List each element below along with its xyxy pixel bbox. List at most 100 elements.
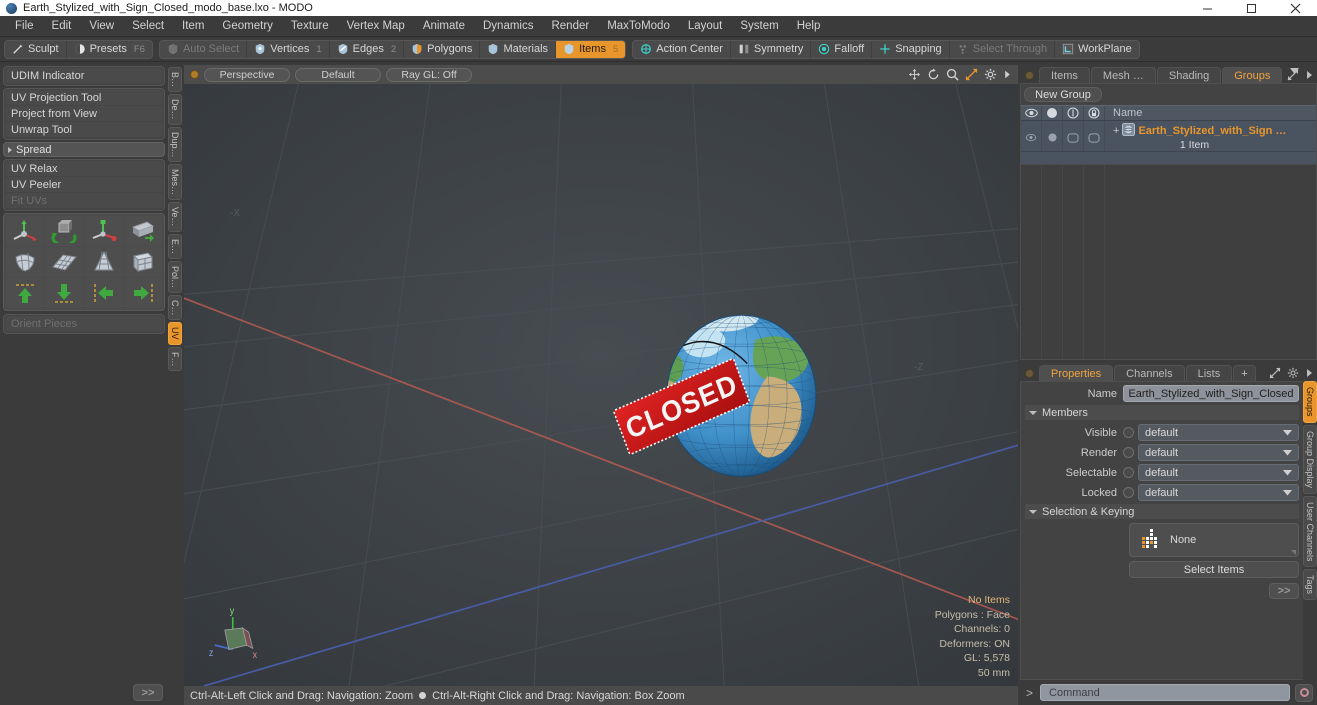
selectable-select[interactable]: default: [1138, 464, 1299, 481]
falloff-button[interactable]: Falloff: [811, 40, 873, 58]
tab-add-panel[interactable]: +: [1233, 365, 1256, 381]
uv-flatten-icon[interactable]: [123, 216, 162, 246]
udim-indicator-button[interactable]: UDIM Indicator: [5, 68, 163, 83]
fit-view-icon[interactable]: [965, 68, 978, 81]
menu-file[interactable]: File: [6, 17, 43, 35]
snapping-button[interactable]: Snapping: [872, 40, 950, 58]
locked-radio[interactable]: [1123, 487, 1134, 498]
vtab-mesh[interactable]: Mes…: [168, 164, 182, 201]
row-lock-toggle[interactable]: [1084, 121, 1105, 151]
uv-scale-gizmo-icon[interactable]: [84, 216, 123, 246]
menu-help[interactable]: Help: [788, 17, 830, 35]
properties-menu-dot-icon[interactable]: [1025, 369, 1034, 378]
viewport-raygl-selector[interactable]: Ray GL: Off: [386, 67, 472, 82]
uv-peeler-button[interactable]: UV Peeler: [5, 177, 163, 192]
action-center-button[interactable]: Action Center: [633, 40, 731, 58]
edges-button[interactable]: Edges 2: [330, 40, 405, 58]
viewport-menu-arrow-icon[interactable]: [1003, 68, 1012, 81]
viewport-projection-selector[interactable]: Perspective: [204, 67, 290, 82]
uv-rotate-gizmo-icon[interactable]: [45, 216, 84, 246]
name-field[interactable]: Earth_Stylized_with_Sign_Closed: [1123, 385, 1299, 402]
visible-radio[interactable]: [1123, 427, 1134, 438]
viewport-shading-selector[interactable]: Default: [295, 67, 381, 82]
uv-move-gizmo-icon[interactable]: [6, 216, 45, 246]
menu-system[interactable]: System: [731, 17, 787, 35]
select-items-button[interactable]: Select Items: [1129, 561, 1299, 578]
menu-edit[interactable]: Edit: [43, 17, 81, 35]
gear-icon[interactable]: [1287, 367, 1299, 379]
menu-select[interactable]: Select: [123, 17, 173, 35]
vtab-edge[interactable]: E…: [168, 233, 182, 259]
row-render-toggle[interactable]: [1042, 121, 1063, 151]
minimize-icon[interactable]: [1185, 0, 1229, 16]
uv-sphere-map-icon[interactable]: [6, 247, 45, 277]
table-row[interactable]: + Earth_Stylized_with_Sign … 1 Item: [1021, 121, 1316, 152]
fit-uvs-button[interactable]: Fit UVs: [5, 193, 163, 208]
maximize-icon[interactable]: [1229, 0, 1273, 16]
panel-menu-arrow-icon[interactable]: [1305, 69, 1313, 81]
vtab-uv[interactable]: UV: [168, 322, 182, 345]
locked-select[interactable]: default: [1138, 484, 1299, 501]
menu-geometry[interactable]: Geometry: [213, 17, 282, 35]
pvtab-tags[interactable]: Tags: [1303, 569, 1317, 601]
new-group-button[interactable]: New Group: [1024, 87, 1102, 102]
orient-pieces-button[interactable]: Orient Pieces: [5, 316, 163, 331]
record-macro-icon[interactable]: [1295, 683, 1313, 702]
vtab-curve[interactable]: C…: [168, 294, 182, 321]
menu-layout[interactable]: Layout: [679, 17, 732, 35]
panel-menu-dot-icon[interactable]: [1025, 71, 1034, 80]
move-view-icon[interactable]: [908, 68, 921, 81]
polygons-button[interactable]: Polygons: [404, 40, 481, 58]
menu-vertex-map[interactable]: Vertex Map: [338, 17, 414, 35]
pvtab-user-channels[interactable]: User Channels: [1303, 495, 1317, 568]
vtab-vertex[interactable]: Ve…: [168, 202, 182, 232]
tab-properties[interactable]: Properties: [1039, 365, 1114, 381]
render-radio[interactable]: [1123, 447, 1134, 458]
vertices-button[interactable]: Vertices 1: [247, 40, 330, 58]
menu-texture[interactable]: Texture: [282, 17, 338, 35]
spread-section-header[interactable]: Spread: [3, 142, 165, 157]
uv-align-right-icon[interactable]: [123, 278, 162, 308]
items-button[interactable]: Items 5: [556, 40, 626, 58]
render-select[interactable]: default: [1138, 444, 1299, 461]
vtab-b[interactable]: B…: [168, 67, 182, 93]
vtab-f[interactable]: F…: [168, 346, 182, 372]
uv-align-up-icon[interactable]: [6, 278, 45, 308]
close-icon[interactable]: [1273, 0, 1317, 16]
pvtab-groups[interactable]: Groups: [1303, 381, 1317, 423]
viewport-settings-icon[interactable]: [984, 68, 997, 81]
panel-menu-arrow-icon[interactable]: [1305, 367, 1313, 379]
presets-button[interactable]: Presets F6: [67, 41, 152, 58]
viewport-menu-dot-icon[interactable]: [190, 70, 199, 79]
expander-plus-icon[interactable]: +: [1113, 125, 1119, 137]
visible-select[interactable]: default: [1138, 424, 1299, 441]
tab-items[interactable]: Items: [1039, 67, 1090, 83]
tab-mesh[interactable]: Mesh …: [1090, 67, 1156, 83]
tab-groups[interactable]: Groups: [1222, 67, 1283, 83]
workplane-button[interactable]: WorkPlane: [1055, 41, 1139, 58]
row-visibility-toggle[interactable]: [1021, 121, 1042, 151]
lock-icon[interactable]: [1084, 106, 1105, 120]
auto-select-button[interactable]: Auto Select: [160, 40, 248, 58]
uv-projection-tool-button[interactable]: UV Projection Tool: [5, 90, 163, 105]
zoom-view-icon[interactable]: [946, 68, 959, 81]
menu-maxtomodo[interactable]: MaxToModo: [598, 17, 679, 35]
menu-render[interactable]: Render: [542, 17, 598, 35]
symmetry-button[interactable]: Symmetry: [731, 40, 812, 58]
menu-item[interactable]: Item: [173, 17, 213, 35]
vtab-polygon[interactable]: Pol…: [168, 260, 182, 293]
uv-plane-map-icon[interactable]: [45, 247, 84, 277]
uv-relax-button[interactable]: UV Relax: [5, 161, 163, 176]
selection-keying-section-header[interactable]: Selection & Keying: [1025, 504, 1299, 519]
unwrap-tool-button[interactable]: Unwrap Tool: [5, 122, 163, 137]
vtab-duplicate[interactable]: Dup…: [168, 126, 182, 163]
command-input[interactable]: Command: [1040, 684, 1290, 701]
properties-more-button[interactable]: >>: [1269, 583, 1299, 599]
materials-button[interactable]: Materials: [480, 40, 557, 58]
visibility-eye-icon[interactable]: [1021, 106, 1042, 120]
select-through-button[interactable]: Select Through: [950, 40, 1056, 58]
menu-animate[interactable]: Animate: [414, 17, 474, 35]
sculpt-button[interactable]: Sculpt: [5, 40, 67, 58]
uv-box-map-icon[interactable]: [123, 247, 162, 277]
uv-cone-map-icon[interactable]: [84, 247, 123, 277]
